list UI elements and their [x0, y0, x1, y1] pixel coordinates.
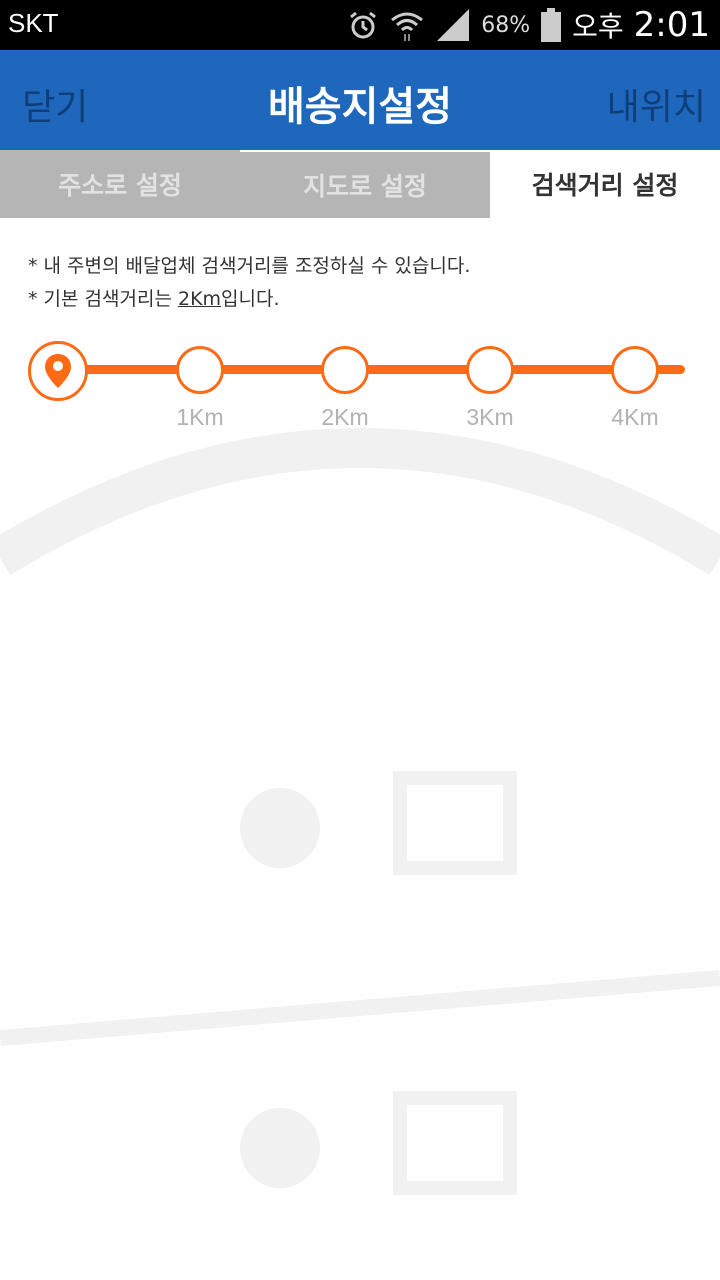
tab-bar: 주소로 설정 지도로 설정 검색거리 설정: [0, 150, 720, 218]
slider-stop-2km[interactable]: [321, 346, 369, 394]
time-ampm: 오후: [572, 10, 624, 43]
info-line-2-suffix: 입니다.: [221, 288, 280, 310]
stop-label-1km: 1Km: [176, 404, 224, 430]
tab-address[interactable]: 주소로 설정: [0, 150, 240, 218]
distance-slider[interactable]: 1Km 2Km 3Km 4Km: [28, 340, 698, 450]
my-location-button[interactable]: 내위치: [607, 78, 706, 130]
slider-stop-3km[interactable]: [466, 346, 514, 394]
distance-info: * 내 주변의 배달업체 검색거리를 조정하실 수 있습니다. * 기본 검색거…: [28, 250, 470, 316]
alarm-icon: [347, 9, 379, 41]
tab-search-distance[interactable]: 검색거리 설정: [490, 150, 720, 218]
battery-icon: [540, 8, 562, 42]
signal-icon: [435, 7, 471, 43]
location-pin-icon: [45, 354, 71, 388]
slider-handle[interactable]: [28, 341, 88, 401]
stop-label-4km: 4Km: [611, 404, 659, 430]
stop-label-3km: 3Km: [466, 404, 514, 430]
slider-track[interactable]: [58, 365, 685, 374]
wifi-icon: [389, 7, 425, 43]
info-line-2: * 기본 검색거리는 2Km입니다.: [28, 283, 470, 316]
status-bar: SKT 68% 오후 2:01: [0, 0, 720, 50]
status-icons: 68% 오후 2:01: [347, 0, 710, 50]
battery-percent: 68%: [481, 12, 531, 38]
slider-stop-4km[interactable]: [611, 346, 659, 394]
tab-map[interactable]: 지도로 설정: [240, 150, 490, 218]
carrier-name: SKT: [8, 8, 59, 38]
default-distance: 2Km: [177, 288, 222, 310]
app-header: 닫기 배송지설정 내위치: [0, 50, 720, 150]
clock-time: 2:01: [633, 5, 710, 45]
stop-label-2km: 2Km: [321, 404, 369, 430]
info-line-2-prefix: * 기본 검색거리는: [28, 288, 178, 310]
slider-stop-1km[interactable]: [176, 346, 224, 394]
info-line-1: * 내 주변의 배달업체 검색거리를 조정하실 수 있습니다.: [28, 255, 471, 277]
